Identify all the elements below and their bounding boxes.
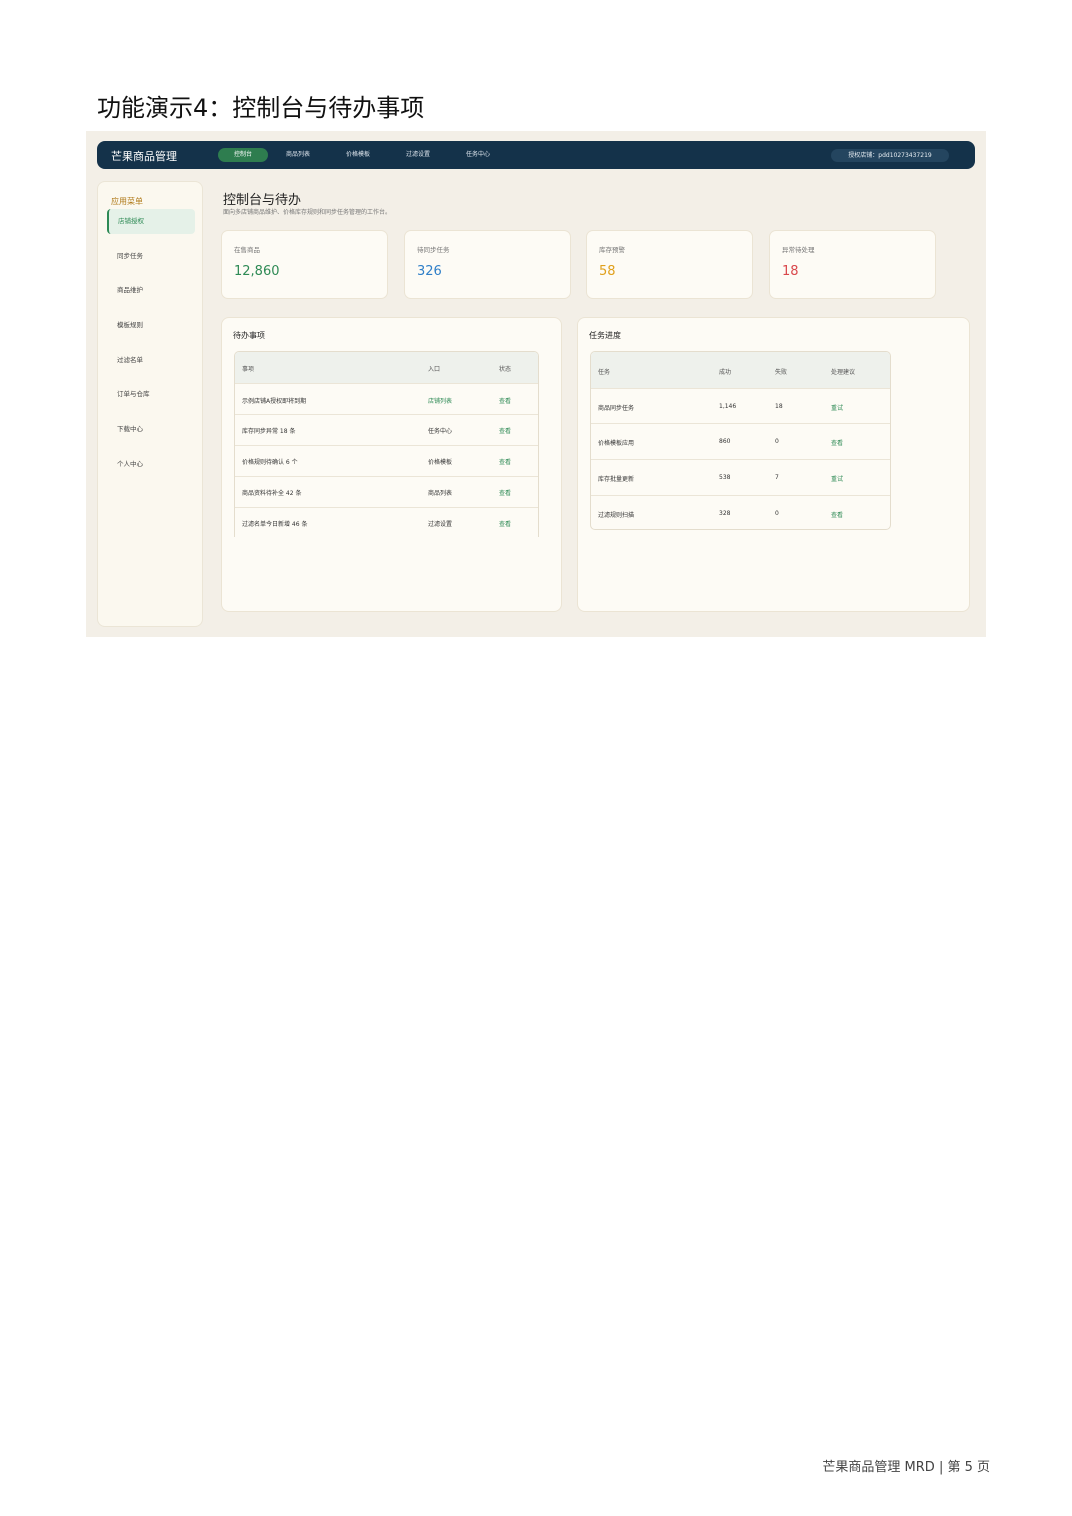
stat-value: 18: [782, 264, 799, 279]
sidebar: 应用菜单 店铺授权 同步任务 商品维护 模板规则 过滤名单 订单与仓库 下载中心…: [97, 181, 203, 627]
todo-entry[interactable]: 商品列表: [428, 488, 452, 497]
task-name: 过滤规则扫描: [598, 512, 635, 519]
column-header-item: 事项: [242, 366, 255, 373]
table-row: 示例店铺A授权即将到期 店铺列表 查看: [235, 383, 538, 414]
stat-card-stock-alert[interactable]: 库存预警 58: [586, 230, 753, 299]
todo-view-link[interactable]: 查看: [499, 457, 511, 466]
task-success-count: 1,146: [719, 403, 737, 410]
todo-item: 示例店铺A授权即将到期: [242, 398, 307, 405]
todo-panel-title: 待办事项: [233, 331, 265, 340]
tab-dashboard[interactable]: 控制台: [218, 148, 268, 162]
task-name: 库存批量更新: [598, 476, 635, 483]
task-action-retry[interactable]: 重试: [831, 403, 843, 412]
table-row: 库存同步异常 18 条 任务中心 查看: [235, 414, 538, 445]
todo-view-link[interactable]: 查看: [499, 519, 511, 528]
stat-card-exceptions[interactable]: 异常待处理 18: [769, 230, 936, 299]
todo-item: 过滤名单今日新增 46 条: [242, 521, 308, 528]
tab-product-list[interactable]: 商品列表: [286, 148, 310, 162]
table-row: 过滤规则扫描 328 0 查看: [591, 495, 890, 529]
task-name: 价格模板应用: [598, 440, 635, 447]
table-header: 任务 成功 失败 处理建议: [591, 352, 890, 388]
sidebar-item-personal-center[interactable]: 个人中心: [107, 452, 195, 477]
task-action-view[interactable]: 查看: [831, 510, 843, 519]
sidebar-title: 应用菜单: [111, 197, 143, 206]
column-header-action: 处理建议: [831, 369, 856, 376]
task-fail-count: 0: [775, 438, 779, 445]
task-progress-table: 任务 成功 失败 处理建议 商品同步任务 1,146 18 重试 价格模板应用 …: [590, 351, 891, 530]
column-header-status: 状态: [499, 366, 512, 373]
task-name: 商品同步任务: [598, 405, 635, 412]
table-row: 商品同步任务 1,146 18 重试: [591, 388, 890, 423]
tab-task-center[interactable]: 任务中心: [466, 148, 490, 162]
page-subtitle: 面向多店铺商品维护、价格库存规则和同步任务管理的工作台。: [223, 209, 392, 216]
task-success-count: 538: [719, 474, 731, 481]
column-header-success: 成功: [719, 369, 732, 376]
app-brand: 芒果商品管理: [111, 150, 177, 163]
tab-filter-settings[interactable]: 过滤设置: [406, 148, 430, 162]
task-progress-panel: 任务进度 任务 成功 失败 处理建议 商品同步任务 1,146 18 重试 价格…: [577, 317, 970, 612]
task-progress-title: 任务进度: [589, 331, 621, 340]
todo-entry-link[interactable]: 店铺列表: [428, 396, 452, 405]
table-row: 价格规则待确认 6 个 价格模板 查看: [235, 445, 538, 476]
todo-item: 库存同步异常 18 条: [242, 428, 296, 435]
tab-price-template[interactable]: 价格模板: [346, 148, 370, 162]
todo-item: 价格规则待确认 6 个: [242, 459, 298, 466]
table-row: 价格模板应用 860 0 查看: [591, 423, 890, 459]
table-row: 商品资料待补全 42 条 商品列表 查看: [235, 476, 538, 507]
task-action-retry[interactable]: 重试: [831, 474, 843, 483]
todo-panel: 待办事项 事项 入口 状态 示例店铺A授权即将到期 店铺列表 查看 库存同步异常…: [221, 317, 562, 612]
stat-card-on-sale[interactable]: 在售商品 12,860: [221, 230, 388, 299]
stat-value: 326: [417, 264, 442, 279]
page-title: 控制台与待办: [223, 193, 302, 208]
sidebar-item-template-rules[interactable]: 模板规则: [107, 313, 195, 338]
task-fail-count: 0: [775, 510, 779, 517]
stat-label: 待同步任务: [417, 246, 450, 254]
todo-view-link[interactable]: 查看: [499, 426, 511, 435]
page-footer: 芒果商品管理 MRD | 第 5 页: [822, 1460, 990, 1475]
document-title: 功能演示4：控制台与待办事项: [97, 94, 425, 122]
sidebar-item-download-center[interactable]: 下载中心: [107, 417, 195, 442]
todo-entry[interactable]: 价格模板: [428, 457, 452, 466]
top-navigation-bar: 芒果商品管理 控制台 商品列表 价格模板 过滤设置 任务中心 授权店铺：pdd1…: [97, 141, 975, 169]
todo-item: 商品资料待补全 42 条: [242, 490, 302, 497]
column-header-fail: 失败: [775, 369, 788, 376]
sidebar-item-orders-warehouse[interactable]: 订单与仓库: [107, 382, 195, 407]
authorized-shop-badge[interactable]: 授权店铺：pdd10273437219: [831, 149, 949, 162]
table-row: 库存批量更新 538 7 重试: [591, 459, 890, 495]
sidebar-item-product-maintenance[interactable]: 商品维护: [107, 278, 195, 303]
task-success-count: 860: [719, 438, 731, 445]
table-header: 事项 入口 状态: [235, 352, 538, 383]
sidebar-item-filter-list[interactable]: 过滤名单: [107, 348, 195, 373]
sidebar-item-shop-auth[interactable]: 店铺授权: [107, 209, 195, 234]
stat-label: 库存预警: [599, 246, 625, 254]
todo-entry[interactable]: 过滤设置: [428, 519, 452, 528]
todo-view-link[interactable]: 查看: [499, 396, 511, 405]
task-fail-count: 7: [775, 474, 779, 481]
task-success-count: 328: [719, 510, 731, 517]
task-fail-count: 18: [775, 403, 783, 410]
stat-card-pending-sync[interactable]: 待同步任务 326: [404, 230, 571, 299]
column-header-entry: 入口: [428, 366, 441, 373]
app-screenshot: 芒果商品管理 控制台 商品列表 价格模板 过滤设置 任务中心 授权店铺：pdd1…: [86, 131, 986, 637]
stat-label: 在售商品: [234, 246, 260, 254]
stat-value: 58: [599, 264, 616, 279]
task-action-view[interactable]: 查看: [831, 438, 843, 447]
todo-table: 事项 入口 状态 示例店铺A授权即将到期 店铺列表 查看 库存同步异常 18 条…: [234, 351, 539, 537]
sidebar-item-sync-tasks[interactable]: 同步任务: [107, 244, 195, 269]
todo-entry[interactable]: 任务中心: [428, 426, 452, 435]
column-header-task: 任务: [598, 369, 611, 376]
stat-label: 异常待处理: [782, 246, 815, 254]
todo-view-link[interactable]: 查看: [499, 488, 511, 497]
table-row: 过滤名单今日新增 46 条 过滤设置 查看: [235, 507, 538, 537]
stat-value: 12,860: [234, 264, 280, 279]
